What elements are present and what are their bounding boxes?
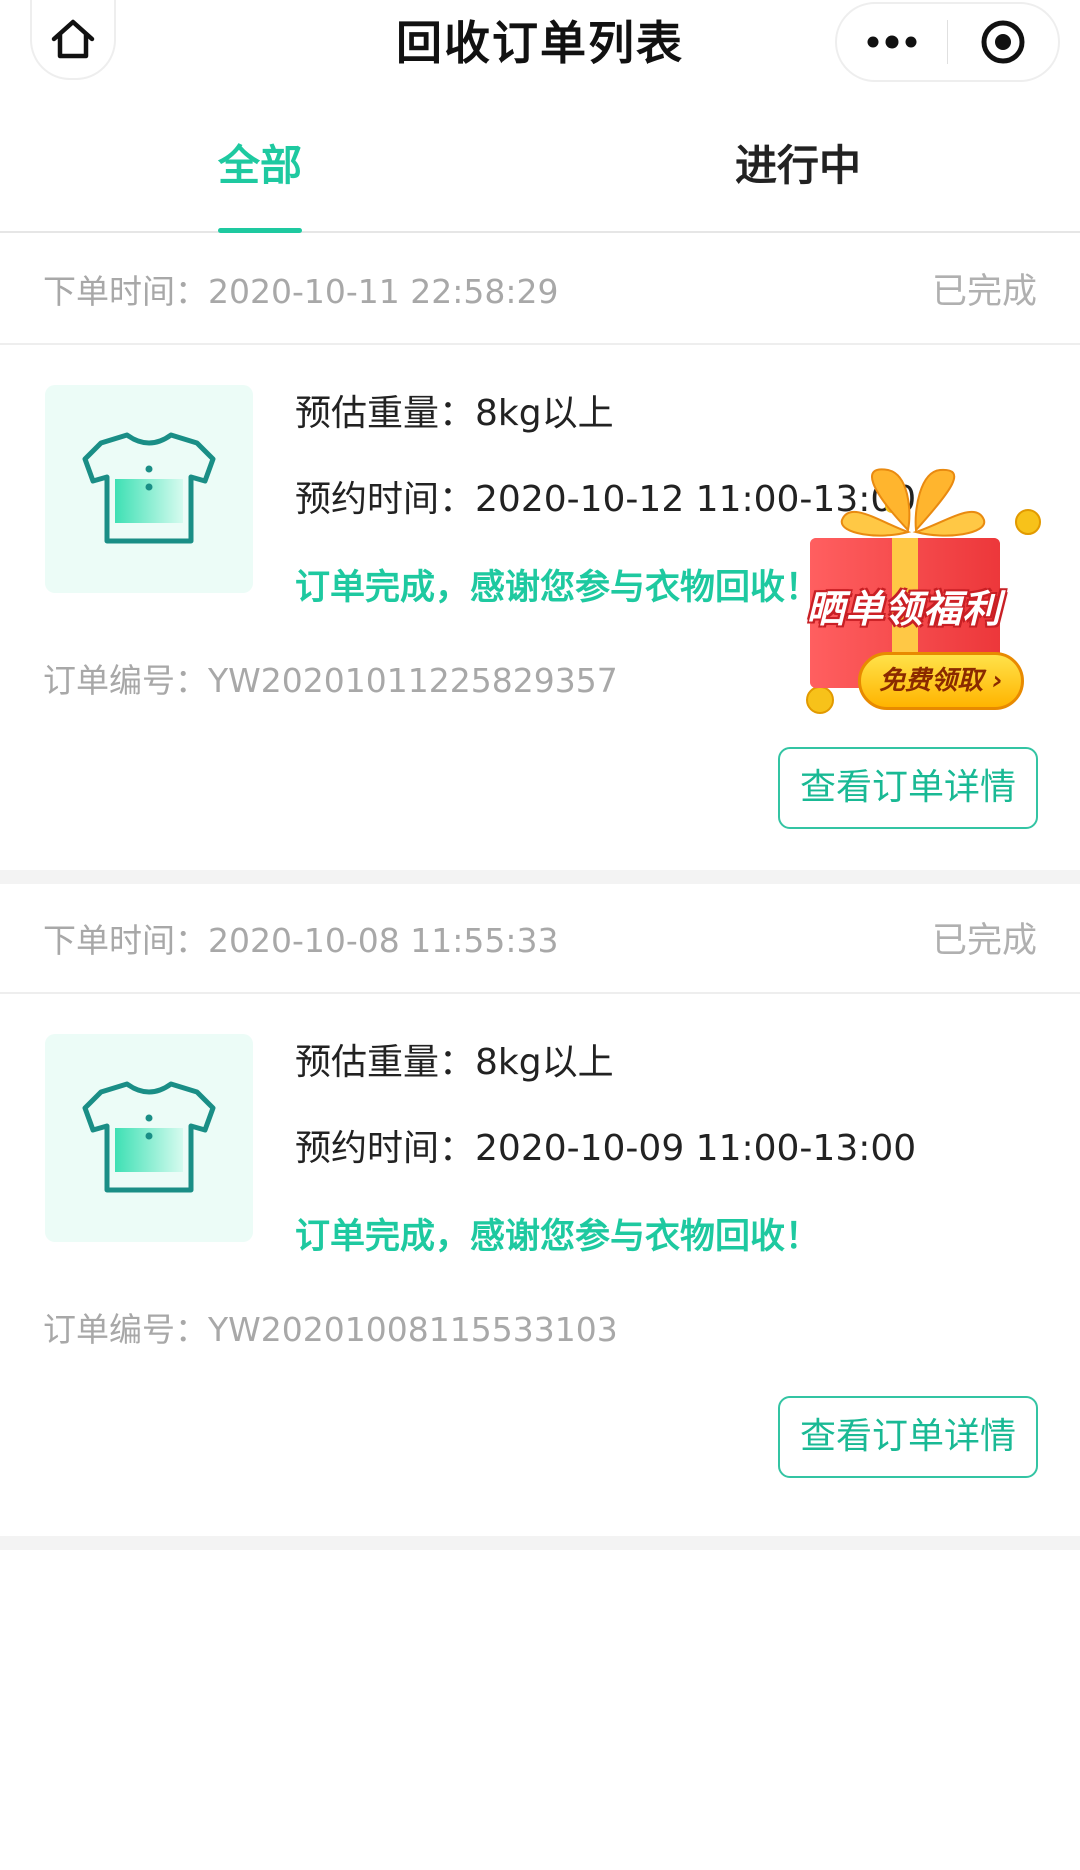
clothes-thumbnail [45,385,253,593]
tab-all[interactable]: 全部 [150,136,370,196]
clothes-thumbnail [45,1034,253,1242]
card-separator [0,1536,1080,1550]
order-time: 下单时间：2020-10-08 11:55:33 [43,921,559,960]
more-button[interactable] [837,4,947,80]
share-reward-float[interactable]: 晒单领福利 免费领取 › [780,460,1042,722]
claim-free-button[interactable]: 免费领取 › [858,652,1024,710]
view-order-detail-button[interactable]: 查看订单详情 [778,747,1038,829]
tshirt-icon [82,1081,216,1193]
view-order-detail-button[interactable]: 查看订单详情 [778,1396,1038,1478]
active-tab-indicator [218,228,302,233]
estimated-weight: 预估重量：8kg以上 [295,393,614,434]
status-badge: 已完成 [931,272,1037,312]
more-dots-icon [867,35,917,49]
order-header: 下单时间：2020-10-11 22:58:29 已完成 [0,235,1080,345]
completion-message: 订单完成，感谢您参与衣物回收！ [295,568,821,608]
estimated-weight: 预估重量：8kg以上 [295,1042,614,1083]
order-number: 订单编号：YW20201008115533103 [43,1310,618,1349]
top-nav-bar: 回收订单列表 [0,0,1080,96]
order-header: 下单时间：2020-10-08 11:55:33 已完成 [0,884,1080,994]
order-time: 下单时间：2020-10-11 22:58:29 [43,272,559,311]
mini-program-capsule [835,2,1060,82]
tshirt-icon [82,432,216,544]
appointment-time: 预约时间：2020-10-09 11:00-13:00 [295,1128,917,1169]
close-button[interactable] [948,4,1058,80]
card-separator [0,870,1080,884]
order-number: 订单编号：YW20201011225829357 [43,661,618,700]
tab-in-progress[interactable]: 进行中 [688,136,908,196]
status-badge: 已完成 [931,921,1037,961]
gift-label: 晒单领福利 [806,587,1002,631]
empty-area [0,1550,1080,1870]
completion-message: 订单完成，感谢您参与衣物回收！ [295,1217,821,1257]
target-close-icon [981,20,1025,64]
order-tabs: 全部 进行中 [0,96,1080,233]
order-card: 下单时间：2020-10-08 11:55:33 已完成 预估重量：8kg以上 … [0,884,1080,1536]
